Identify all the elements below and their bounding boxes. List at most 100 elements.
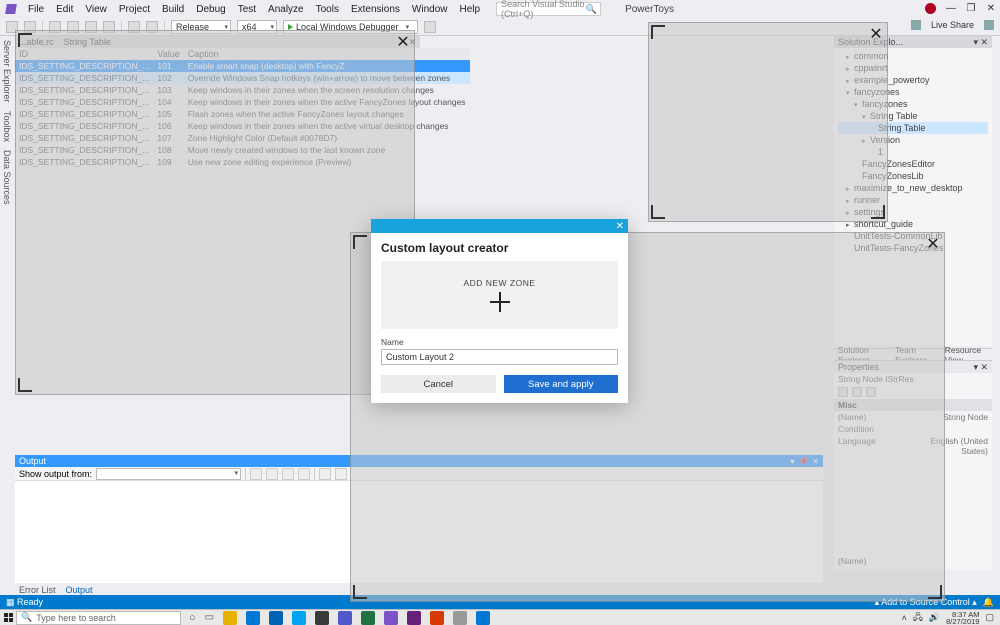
menu-edit[interactable]: Edit <box>56 4 73 15</box>
taskbar-app-icon[interactable] <box>430 611 444 625</box>
notifications-icon[interactable]: 🔔 <box>983 597 994 608</box>
toolbar-right: Live Share <box>911 20 994 30</box>
tray-overflow-icon[interactable]: ˄ <box>902 613 907 623</box>
clock-date: 8/27/2019 <box>946 618 979 625</box>
zone-resize-handle[interactable] <box>871 205 885 219</box>
tray-volume-icon[interactable]: 🔊 <box>929 612 940 623</box>
taskbar-app-icon[interactable] <box>384 611 398 625</box>
tab-error-list[interactable]: Error List <box>19 585 56 595</box>
toolbar-extra-button[interactable] <box>424 21 436 33</box>
output-wrap-button[interactable] <box>335 468 347 480</box>
live-share-button[interactable]: Live Share <box>931 20 974 30</box>
quick-launch-search[interactable]: Search Visual Studio (Ctrl+Q) 🔍 <box>496 2 601 16</box>
status-text: Ready <box>17 597 43 607</box>
toolbar-separator <box>314 468 315 480</box>
taskbar-search-input[interactable]: 🔍 Type here to search <box>16 611 181 625</box>
toolbar-separator <box>245 468 246 480</box>
menu-debug[interactable]: Debug <box>196 4 225 15</box>
search-icon: 🔍 <box>21 612 32 623</box>
vs-logo-icon <box>5 4 17 14</box>
menu-extensions[interactable]: Extensions <box>351 4 400 15</box>
tray-network-icon[interactable]: 🖧 <box>913 610 923 625</box>
taskbar-clock[interactable]: 8:37 AM 8/27/2019 <box>946 611 979 625</box>
search-placeholder-text: Type here to search <box>36 613 116 623</box>
window-close-button[interactable]: ✕ <box>986 4 996 14</box>
zone-close-button[interactable]: ✕ <box>394 33 412 51</box>
zone-resize-handle[interactable] <box>353 585 367 599</box>
panel-options-icon[interactable]: ▾ ✕ <box>973 362 988 373</box>
output-prev-button[interactable] <box>282 468 294 480</box>
menu-bar: File Edit View Project Build Debug Test … <box>0 0 1000 18</box>
zone-resize-handle[interactable] <box>353 235 367 249</box>
output-find-button[interactable] <box>250 468 262 480</box>
window-minimize-button[interactable]: — <box>946 4 956 14</box>
taskbar-app-icon[interactable] <box>407 611 421 625</box>
start-button[interactable] <box>0 610 16 625</box>
zone-close-button[interactable]: ✕ <box>924 235 942 253</box>
taskbar-app-icon[interactable] <box>476 611 490 625</box>
window-maximize-button[interactable]: ❐ <box>966 4 976 14</box>
dialog-title: Custom layout creator <box>381 241 618 255</box>
menu-build[interactable]: Build <box>162 4 184 15</box>
status-ready: ▦ <box>6 597 17 607</box>
live-share-icon <box>911 20 921 30</box>
taskbar-app-icon[interactable] <box>223 611 237 625</box>
add-new-zone-button[interactable]: ADD NEW ZONE <box>381 261 618 329</box>
name-field-label: Name <box>381 337 618 347</box>
search-placeholder: Search Visual Studio (Ctrl+Q) <box>501 0 596 19</box>
menu-tools[interactable]: Tools <box>316 4 339 15</box>
taskbar-app-icon[interactable] <box>269 611 283 625</box>
menu-help[interactable]: Help <box>459 4 480 15</box>
user-avatar[interactable] <box>925 3 936 14</box>
layout-name-input[interactable] <box>381 349 618 365</box>
task-view-icon[interactable]: ▭ <box>205 612 214 623</box>
taskbar-app-icon[interactable] <box>315 611 329 625</box>
system-tray: ˄ 🖧 🔊 8:37 AM 8/27/2019 ▢ <box>896 610 1000 625</box>
show-output-from-label: Show output from: <box>19 469 92 479</box>
zone-resize-handle[interactable] <box>651 25 665 39</box>
taskbar-app-icon[interactable] <box>292 611 306 625</box>
play-icon <box>288 24 293 30</box>
output-goto-button[interactable] <box>266 468 278 480</box>
output-next-button[interactable] <box>298 468 310 480</box>
output-source-dropdown[interactable] <box>96 468 241 480</box>
zone-resize-handle[interactable] <box>651 205 665 219</box>
zone-resize-handle[interactable] <box>928 585 942 599</box>
taskbar-app-icon[interactable] <box>361 611 375 625</box>
cortana-icon[interactable]: ○ <box>189 612 196 624</box>
dialog-titlebar[interactable]: ✕ <box>371 219 628 233</box>
zone-resize-handle[interactable] <box>18 378 32 392</box>
menu-analyze[interactable]: Analyze <box>268 4 304 15</box>
taskbar-app-icon[interactable] <box>453 611 467 625</box>
add-zone-label: ADD NEW ZONE <box>463 278 535 288</box>
action-center-icon[interactable]: ▢ <box>985 612 994 623</box>
plus-icon <box>490 292 510 312</box>
menu-project[interactable]: Project <box>119 4 150 15</box>
dialog-close-button[interactable]: ✕ <box>616 221 624 232</box>
server-explorer-tab[interactable]: Server Explorer <box>0 36 14 107</box>
feedback-icon[interactable] <box>984 20 994 30</box>
save-and-apply-button[interactable]: Save and apply <box>504 375 619 393</box>
data-sources-tab[interactable]: Data Sources <box>0 146 14 209</box>
solution-name: PowerToys <box>625 4 674 15</box>
windows-taskbar: 🔍 Type here to search ○ ▭ ˄ 🖧 🔊 8:37 AM … <box>0 609 1000 625</box>
toolbox-tab[interactable]: Toolbox <box>0 107 14 146</box>
left-tool-rail: Server Explorer Toolbox Data Sources <box>0 36 15 386</box>
taskbar-pinned-apps: ○ ▭ <box>189 611 490 625</box>
menu-window[interactable]: Window <box>412 4 448 15</box>
output-title: Output <box>19 456 46 466</box>
windows-logo-icon <box>4 613 13 622</box>
taskbar-app-icon[interactable] <box>338 611 352 625</box>
tab-output[interactable]: Output <box>66 585 93 595</box>
menu-view[interactable]: View <box>85 4 107 15</box>
zone-resize-handle[interactable] <box>18 33 32 47</box>
taskbar-app-icon[interactable] <box>246 611 260 625</box>
fancyzone-region[interactable]: ✕ <box>648 22 888 222</box>
panel-close-icon[interactable]: ▾ ✕ <box>973 37 988 48</box>
menu-test[interactable]: Test <box>238 4 256 15</box>
search-icon: 🔍 <box>586 4 597 15</box>
output-clear-button[interactable] <box>319 468 331 480</box>
zone-close-button[interactable]: ✕ <box>867 25 885 43</box>
cancel-button[interactable]: Cancel <box>381 375 496 393</box>
menu-file[interactable]: File <box>28 4 44 15</box>
